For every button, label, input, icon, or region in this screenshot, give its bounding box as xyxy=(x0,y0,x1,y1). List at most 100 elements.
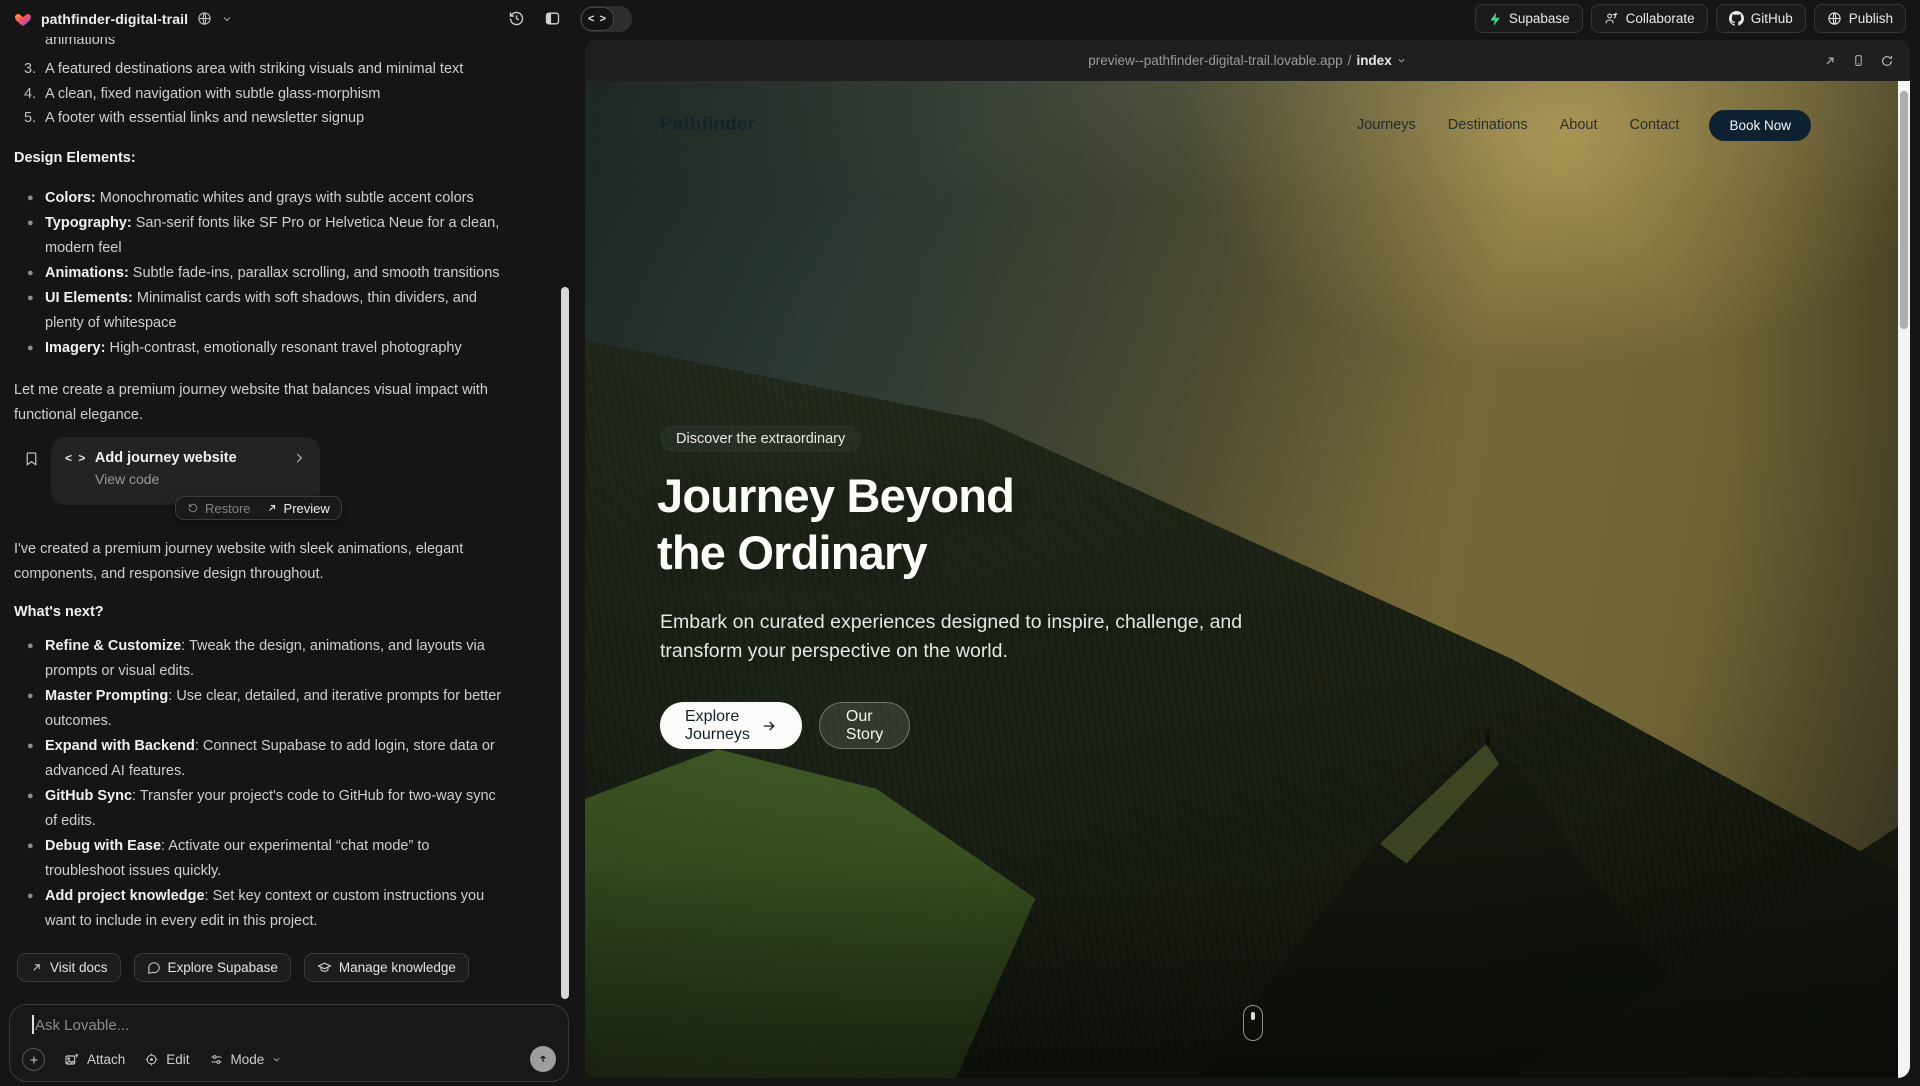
numbered-list: 3. A featured destinations area with str… xyxy=(24,57,524,131)
mode-label: Mode xyxy=(231,1052,265,1067)
mode-selector[interactable]: Mode xyxy=(209,1052,283,1067)
manage-knowledge-label: Manage knowledge xyxy=(339,960,456,975)
open-external-icon[interactable] xyxy=(1823,54,1837,68)
site-scrollbar-thumb[interactable] xyxy=(1900,91,1908,329)
page-chevron-down-icon[interactable] xyxy=(1396,55,1407,66)
list-number: 4. xyxy=(24,82,45,107)
view-code-link[interactable]: View code xyxy=(95,471,320,487)
bullet-label: Colors: xyxy=(45,190,96,206)
explore-supabase-button[interactable]: Explore Supabase xyxy=(134,953,291,982)
send-button[interactable] xyxy=(530,1046,556,1072)
explore-supabase-label: Explore Supabase xyxy=(168,960,278,975)
list-item: 4. A clean, fixed navigation with subtle… xyxy=(24,82,524,107)
preview-panel: preview--pathfinder-digital-trail.lovabl… xyxy=(585,40,1910,1078)
chat-scrollbar[interactable] xyxy=(561,287,569,999)
hero-heading-line2: the Ordinary xyxy=(657,524,1014,581)
arrow-up-right-icon xyxy=(30,961,43,974)
text-caret xyxy=(32,1015,34,1034)
nav-link-journeys[interactable]: Journeys xyxy=(1357,117,1416,133)
top-bar: pathfinder-digital-trail xyxy=(0,0,1920,37)
ask-lovable-input[interactable] xyxy=(35,1013,465,1037)
list-item: 3. A featured destinations area with str… xyxy=(24,57,524,82)
history-icon[interactable] xyxy=(508,10,525,27)
bullet-label: Master Prompting xyxy=(45,688,168,704)
lovable-heart-icon xyxy=(14,10,32,27)
list-item: 5. A footer with essential links and new… xyxy=(24,106,524,131)
lovable-app: pathfinder-digital-trail xyxy=(0,0,1920,1086)
list-text: A featured destinations area with striki… xyxy=(45,57,515,82)
our-story-button[interactable]: Our Story xyxy=(819,702,910,749)
manage-knowledge-button[interactable]: Manage knowledge xyxy=(304,953,469,982)
restore-button[interactable]: Restore xyxy=(187,501,251,516)
site-logo[interactable]: Pathfinder xyxy=(660,114,755,136)
chat-bubble-icon xyxy=(147,961,161,975)
bullet-label: Debug with Ease xyxy=(45,838,161,854)
restore-preview-pill: Restore Preview xyxy=(175,496,342,520)
list-item: ● Master Prompting: Use clear, detailed,… xyxy=(27,684,527,733)
chat-panel: animations 3. A featured destinations ar… xyxy=(0,0,576,1086)
bullet-label: Refine & Customize xyxy=(45,638,181,654)
hero-badge: Discover the extraordinary xyxy=(660,425,861,452)
bullet-label: GitHub Sync xyxy=(45,788,132,804)
bullet-dot: ● xyxy=(27,286,45,336)
bullet-text: High-contrast, emotionally resonant trav… xyxy=(105,340,461,356)
github-button[interactable]: GitHub xyxy=(1716,4,1806,33)
hero-subtitle: Embark on curated experiences designed t… xyxy=(660,608,1245,666)
nav-link-contact[interactable]: Contact xyxy=(1629,117,1679,133)
explore-journeys-button[interactable]: Explore Journeys xyxy=(660,702,802,749)
list-number: 5. xyxy=(24,106,45,131)
top-bar-actions: Supabase Collaborate GitHub xyxy=(1475,4,1906,33)
publish-globe-icon xyxy=(1827,11,1842,26)
edit-button[interactable]: Edit xyxy=(144,1052,189,1067)
book-now-button[interactable]: Book Now xyxy=(1709,110,1811,141)
mobile-device-icon[interactable] xyxy=(1852,53,1865,68)
site-scrollbar-track[interactable] xyxy=(1898,81,1910,1078)
supabase-label: Supabase xyxy=(1509,11,1570,26)
list-item: ● Colors: Monochromatic whites and grays… xyxy=(27,186,527,211)
hiker-silhouette xyxy=(1486,733,1490,746)
bullet-dot: ● xyxy=(27,186,45,211)
list-item: ● Debug with Ease: Activate our experime… xyxy=(27,834,527,883)
tool-card-add-journey-website[interactable]: Add journey website View code xyxy=(51,437,320,505)
assistant-paragraph: I've created a premium journey website w… xyxy=(14,537,519,586)
site-navbar: Pathfinder Journeys Destinations About C… xyxy=(585,105,1898,145)
list-item: ● Add project knowledge: Set key context… xyxy=(27,884,527,933)
preview-button[interactable]: Preview xyxy=(266,501,330,516)
edit-label: Edit xyxy=(166,1052,189,1067)
chevron-down-icon xyxy=(271,1054,282,1065)
bullet-label: Animations: xyxy=(45,265,129,281)
attach-button[interactable]: Attach xyxy=(64,1052,125,1068)
project-chevron-down-icon[interactable] xyxy=(221,13,233,25)
supabase-button[interactable]: Supabase xyxy=(1475,4,1583,33)
publish-button[interactable]: Publish xyxy=(1814,4,1906,33)
preview-url: preview--pathfinder-digital-trail.lovabl… xyxy=(1088,53,1342,68)
bullet-dot: ● xyxy=(27,336,45,361)
visit-docs-label: Visit docs xyxy=(50,960,108,975)
sidebar-panel-icon[interactable] xyxy=(544,10,561,27)
site-viewport: Pathfinder Journeys Destinations About C… xyxy=(585,81,1910,1078)
add-button[interactable] xyxy=(22,1048,45,1071)
bullet-dot: ● xyxy=(27,261,45,286)
whats-next-list: ● Refine & Customize: Tweak the design, … xyxy=(27,634,527,934)
bullet-label: Typography: xyxy=(45,215,132,231)
composer-toolbar: Attach Edit Mode xyxy=(22,1048,282,1071)
url-separator: / xyxy=(1348,53,1352,68)
publish-label: Publish xyxy=(1849,11,1893,26)
target-icon xyxy=(144,1052,159,1067)
tool-card-title: Add journey website xyxy=(95,450,284,466)
visit-docs-button[interactable]: Visit docs xyxy=(17,953,121,982)
nav-link-destinations[interactable]: Destinations xyxy=(1448,117,1528,133)
code-icon xyxy=(65,451,87,465)
code-preview-toggle[interactable] xyxy=(580,6,632,32)
list-item: ● Imagery: High-contrast, emotionally re… xyxy=(27,336,527,361)
code-icon xyxy=(581,7,614,31)
arrow-right-icon xyxy=(761,718,777,734)
collaborate-button[interactable]: Collaborate xyxy=(1591,4,1708,33)
bookmark-icon[interactable] xyxy=(23,449,40,469)
refresh-icon[interactable] xyxy=(1880,54,1894,68)
scroll-mouse-indicator xyxy=(1243,1005,1263,1041)
nav-link-about[interactable]: About xyxy=(1560,117,1598,133)
list-item: ● Typography: San-serif fonts like SF Pr… xyxy=(27,211,527,261)
chat-footer-actions: Visit docs Explore Supabase Manage knowl… xyxy=(17,953,469,982)
our-story-label: Our Story xyxy=(846,708,883,744)
